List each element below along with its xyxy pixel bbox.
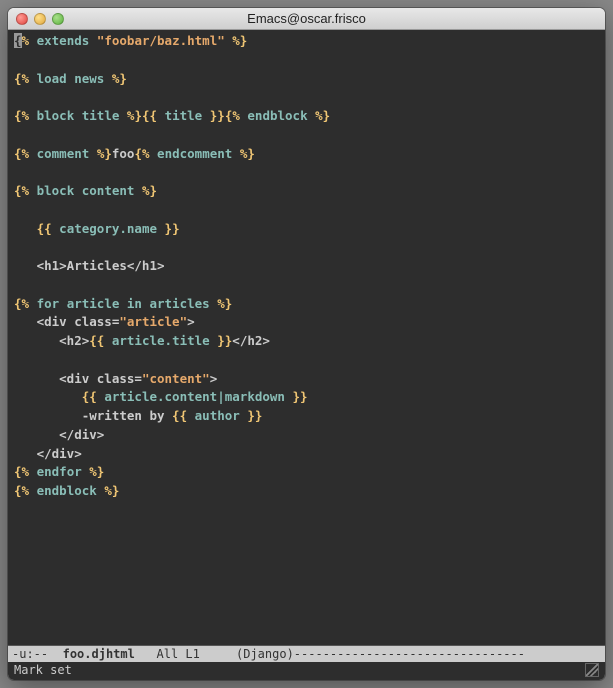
string-literal: "foobar/baz.html" <box>97 33 225 48</box>
html-text: > <box>187 314 195 329</box>
modeline-fill: -------------------------------- <box>294 647 525 661</box>
modeline-mode: (Django) <box>236 647 294 661</box>
variable: article.title <box>112 333 210 348</box>
tag-keyword: for article in articles <box>37 296 210 311</box>
modeline-filename: foo.djhtml <box>63 647 135 661</box>
editor-area[interactable]: {% extends "foobar/baz.html" %} {% load … <box>8 30 605 645</box>
tag-keyword: extends <box>37 33 90 48</box>
html-text: <h1>Articles</h1> <box>37 258 165 273</box>
html-text: > <box>210 371 218 386</box>
html-text: </div> <box>37 446 82 461</box>
tag-keyword: block title <box>37 108 120 123</box>
tag-keyword: load news <box>37 71 105 86</box>
variable: article.content|markdown <box>104 389 285 404</box>
tag-keyword: endblock <box>37 483 97 498</box>
tag-keyword: block content <box>37 183 135 198</box>
variable: category.name <box>59 221 157 236</box>
modeline-status: -u:-- <box>12 647 55 661</box>
variable: title <box>165 108 203 123</box>
modeline-position: All L1 <box>135 647 229 661</box>
tag-keyword: endcomment <box>157 146 232 161</box>
tag-keyword: comment <box>37 146 90 161</box>
zoom-icon[interactable] <box>52 13 64 25</box>
minibuffer[interactable]: Mark set <box>8 662 605 680</box>
tag-keyword: endfor <box>37 464 82 479</box>
minibuffer-text: Mark set <box>14 663 72 677</box>
html-text: <h2> <box>59 333 89 348</box>
window-title: Emacs@oscar.frisco <box>8 11 605 26</box>
close-icon[interactable] <box>16 13 28 25</box>
text: foo <box>112 146 135 161</box>
html-text: </div> <box>59 427 104 442</box>
emacs-window: Emacs@oscar.frisco {% extends "foobar/ba… <box>8 8 605 680</box>
modeline[interactable]: -u:-- foo.djhtml All L1 (Django)--------… <box>8 645 605 662</box>
string-literal: "content" <box>142 371 210 386</box>
html-text: <div class= <box>59 371 142 386</box>
tag-keyword: endblock <box>247 108 307 123</box>
minimize-icon[interactable] <box>34 13 46 25</box>
window-controls <box>16 13 64 25</box>
variable: author <box>195 408 240 423</box>
cursor: { <box>14 33 22 48</box>
html-text: <div class= <box>37 314 120 329</box>
text: -written by <box>82 408 172 423</box>
titlebar[interactable]: Emacs@oscar.frisco <box>8 8 605 30</box>
html-text: </h2> <box>232 333 270 348</box>
resize-handle-icon[interactable] <box>585 663 599 677</box>
string-literal: "article" <box>119 314 187 329</box>
